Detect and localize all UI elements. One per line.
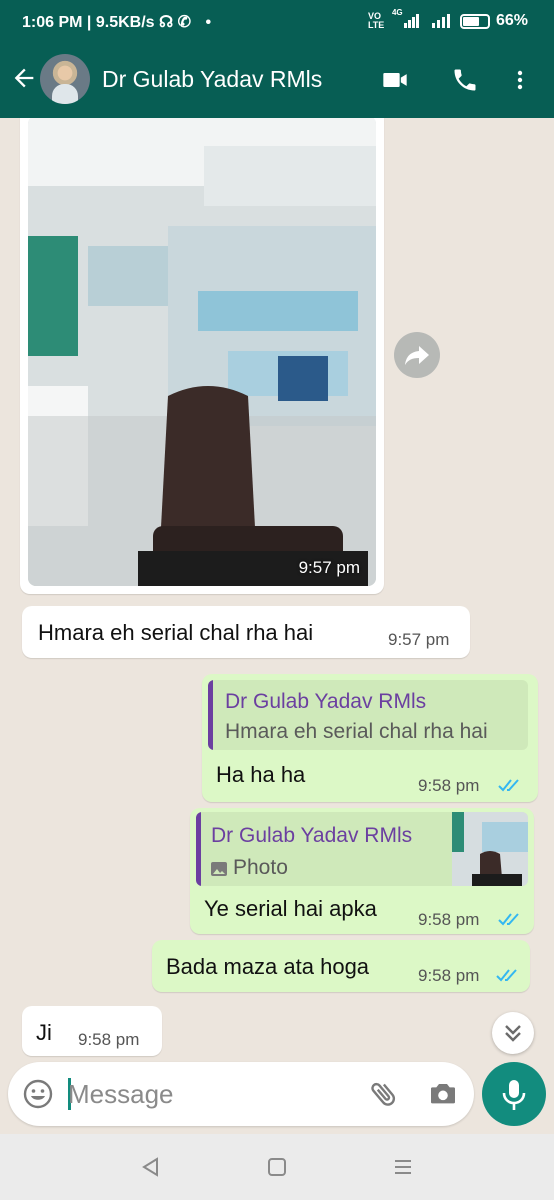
outgoing-reply-message[interactable]: Dr Gulab Yadav RMls Hmara eh serial chal… bbox=[202, 674, 538, 802]
contact-name[interactable]: Dr Gulab Yadav RMls bbox=[102, 66, 322, 93]
phone-icon[interactable] bbox=[450, 66, 480, 94]
outgoing-message[interactable]: Bada maza ata hoga 9:58 pm bbox=[152, 940, 530, 992]
message-time: 9:58 pm bbox=[78, 1030, 140, 1049]
message-input[interactable] bbox=[68, 1076, 348, 1112]
voice-message-button[interactable] bbox=[482, 1062, 546, 1126]
double-chevron-down-icon bbox=[505, 1025, 521, 1042]
message-text: Hmara eh serial chal rha hai bbox=[38, 620, 314, 645]
video-call-icon[interactable] bbox=[380, 66, 410, 94]
message-text: Ha ha ha bbox=[216, 762, 306, 787]
emoji-icon[interactable] bbox=[22, 1078, 54, 1110]
quoted-photo-message[interactable]: Dr Gulab Yadav RMls Photo bbox=[196, 812, 528, 886]
read-ticks-icon bbox=[498, 913, 519, 926]
signal-4g-icon: 4G bbox=[392, 8, 420, 28]
forward-button[interactable] bbox=[394, 332, 440, 378]
photo-message[interactable]: 9:57 pm bbox=[20, 118, 384, 594]
camera-icon[interactable] bbox=[426, 1078, 460, 1110]
status-time: 1:06 PM bbox=[22, 14, 83, 31]
quoted-text: Hmara eh serial chal rha hai bbox=[225, 720, 488, 743]
notification-dot-icon: • bbox=[205, 14, 212, 31]
quoted-sender: Dr Gulab Yadav RMls bbox=[211, 824, 413, 847]
message-text: Ji bbox=[36, 1020, 52, 1045]
message-time: 9:57 pm bbox=[388, 630, 450, 649]
chat-area[interactable]: 9:57 pm Hmara eh serial chal rha hai 9:5… bbox=[0, 118, 554, 1060]
quoted-message[interactable]: Dr Gulab Yadav RMls Hmara eh serial chal… bbox=[208, 680, 528, 750]
signal-icon bbox=[426, 14, 454, 28]
photo-image bbox=[28, 118, 376, 586]
photo-time: 9:57 pm bbox=[298, 558, 360, 577]
nav-home-icon[interactable] bbox=[266, 1156, 288, 1178]
status-left: 1:06 PM | 9.5KB/s ☊ ✆ • bbox=[22, 14, 212, 31]
message-time: 9:58 pm bbox=[418, 910, 480, 929]
quoted-text: Photo bbox=[233, 856, 288, 879]
message-text: Ye serial hai apka bbox=[204, 896, 377, 921]
message-time: 9:58 pm bbox=[418, 966, 480, 985]
system-nav-bar bbox=[0, 1134, 554, 1200]
avatar[interactable] bbox=[40, 54, 90, 104]
more-options-icon[interactable] bbox=[508, 66, 532, 94]
volte-label: VO LTE bbox=[367, 11, 385, 30]
photo-icon bbox=[211, 862, 227, 876]
read-ticks-icon bbox=[496, 969, 517, 982]
hospital-ward-photo[interactable]: 9:57 pm bbox=[28, 118, 376, 586]
whatsapp-icon: ✆ bbox=[177, 14, 192, 31]
scroll-to-bottom-button[interactable] bbox=[492, 1012, 534, 1054]
net-speed: 9.5KB/s bbox=[95, 14, 155, 31]
forward-icon bbox=[405, 346, 429, 365]
status-bar: 1:06 PM | 9.5KB/s ☊ ✆ • VO LTE 4G 66% bbox=[0, 0, 554, 40]
message-time: 9:58 pm bbox=[418, 776, 480, 795]
attach-icon[interactable] bbox=[368, 1078, 400, 1110]
outgoing-reply-message[interactable]: Dr Gulab Yadav RMls Photo Ye serial hai … bbox=[190, 808, 534, 934]
status-right: VO LTE 4G 66% bbox=[367, 8, 528, 30]
incoming-message[interactable]: Ji 9:58 pm bbox=[22, 1006, 162, 1056]
read-ticks-icon bbox=[498, 779, 519, 792]
nav-menu-icon[interactable] bbox=[392, 1156, 414, 1178]
nav-back-icon[interactable] bbox=[140, 1156, 162, 1178]
chat-header: Dr Gulab Yadav RMls bbox=[0, 40, 554, 118]
quoted-photo-thumbnail bbox=[452, 812, 528, 886]
headset-icon: ☊ bbox=[159, 14, 174, 31]
incoming-message[interactable]: Hmara eh serial chal rha hai 9:57 pm bbox=[22, 606, 470, 658]
back-arrow-icon[interactable] bbox=[10, 64, 38, 92]
message-text: Bada maza ata hoga bbox=[166, 954, 370, 979]
microphone-icon bbox=[502, 1080, 526, 1110]
quoted-sender: Dr Gulab Yadav RMls bbox=[225, 690, 427, 713]
battery-level: 66% bbox=[495, 12, 528, 29]
message-composer bbox=[8, 1062, 474, 1126]
battery-icon bbox=[459, 13, 490, 29]
